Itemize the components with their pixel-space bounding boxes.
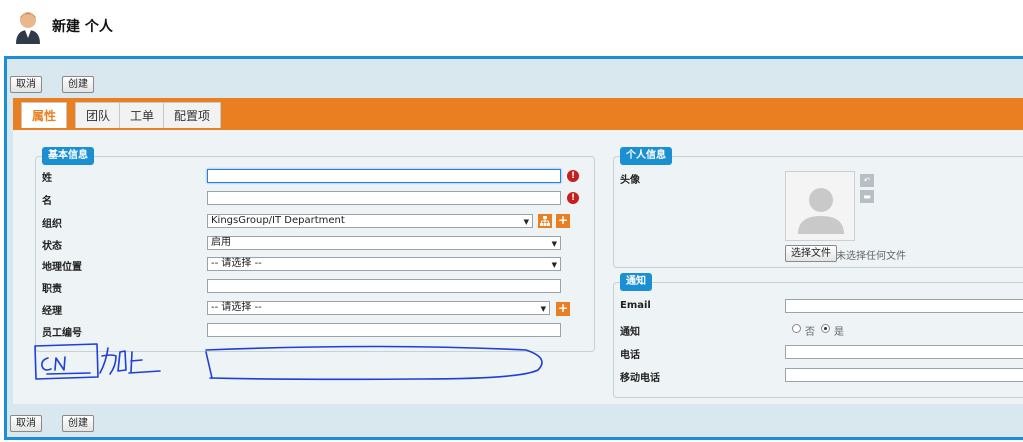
photo-label: 头像: [620, 175, 640, 186]
cancel-button-bottom[interactable]: 取消: [10, 415, 42, 432]
no-file-text: 未选择任何文件: [836, 251, 906, 262]
notify-no-label: 否: [805, 327, 815, 338]
required-error-icon: !: [567, 170, 579, 182]
avatar-placeholder-icon: [798, 188, 844, 234]
photo-placeholder: [785, 171, 855, 241]
org-select[interactable]: KingsGroup/IT Department: [207, 214, 533, 228]
tab-bar: 属性 团队 工单 配置项: [13, 98, 1023, 130]
notify-yes-radio[interactable]: [821, 324, 830, 333]
phone-label: 电话: [620, 350, 640, 361]
notify-yes-label: 是: [834, 327, 844, 338]
personal-info-legend: 个人信息: [620, 147, 672, 165]
basic-info-fieldset: 基本信息 姓 ! 名 ! 组织 KingsGroup/IT Department…: [35, 147, 595, 352]
properties-panel: 基本信息 姓 ! 名 ! 组织 KingsGroup/IT Department…: [13, 130, 1023, 404]
page-title: 新建 个人: [52, 19, 113, 35]
employee-no-label: 员工编号: [42, 328, 82, 339]
manager-select[interactable]: -- 请选择 --: [207, 301, 550, 315]
org-label: 组织: [42, 219, 62, 230]
page-header: 新建 个人: [0, 0, 1023, 55]
last-name-input[interactable]: [207, 169, 561, 183]
add-manager-icon[interactable]: +: [556, 302, 570, 316]
last-name-label: 姓: [42, 173, 52, 184]
mobile-input[interactable]: [785, 368, 1023, 382]
person-avatar-icon: [16, 12, 40, 44]
location-label: 地理位置: [42, 262, 82, 273]
manager-label: 经理: [42, 306, 62, 317]
mobile-label: 移动电话: [620, 373, 660, 384]
org-tree-icon[interactable]: [538, 214, 552, 228]
undo-icon[interactable]: ↶: [860, 174, 874, 187]
notify-legend: 通知: [620, 273, 652, 291]
tab-tickets[interactable]: 工单: [119, 102, 166, 128]
cancel-button-top[interactable]: 取消: [10, 76, 42, 93]
notify-fieldset: 通知 Email 通知 否 是 电话 移动电话: [613, 273, 1023, 398]
job-input[interactable]: [207, 279, 561, 293]
tab-team[interactable]: 团队: [75, 102, 122, 128]
email-input[interactable]: [785, 299, 1023, 313]
form-frame: 取消 创建 属性 团队 工单 配置项 基本信息 姓 ! 名 ! 组织 Kings…: [4, 56, 1023, 440]
status-select[interactable]: 启用: [207, 236, 561, 250]
tab-config-items[interactable]: 配置项: [163, 102, 222, 128]
tab-properties[interactable]: 属性: [21, 102, 68, 128]
employee-no-input[interactable]: [207, 323, 561, 337]
status-label: 状态: [42, 241, 62, 252]
job-label: 职责: [42, 284, 62, 295]
add-org-icon[interactable]: +: [556, 214, 570, 228]
create-button-top[interactable]: 创建: [62, 76, 94, 93]
create-button-bottom[interactable]: 创建: [62, 415, 94, 432]
trash-icon[interactable]: ▬: [860, 190, 874, 203]
choose-file-button[interactable]: 选择文件: [785, 245, 837, 262]
email-label: Email: [620, 300, 651, 311]
first-name-input[interactable]: [207, 191, 561, 205]
personal-info-fieldset: 个人信息 头像 ↶ ▬ 选择文件 未选择任何文件: [613, 147, 1023, 268]
location-select[interactable]: -- 请选择 --: [207, 257, 561, 271]
notify-no-radio[interactable]: [792, 324, 801, 333]
first-name-label: 名: [42, 196, 52, 207]
phone-input[interactable]: [785, 345, 1023, 359]
required-error-icon: !: [567, 192, 579, 204]
notify-label: 通知: [620, 327, 640, 338]
basic-info-legend: 基本信息: [42, 147, 94, 165]
